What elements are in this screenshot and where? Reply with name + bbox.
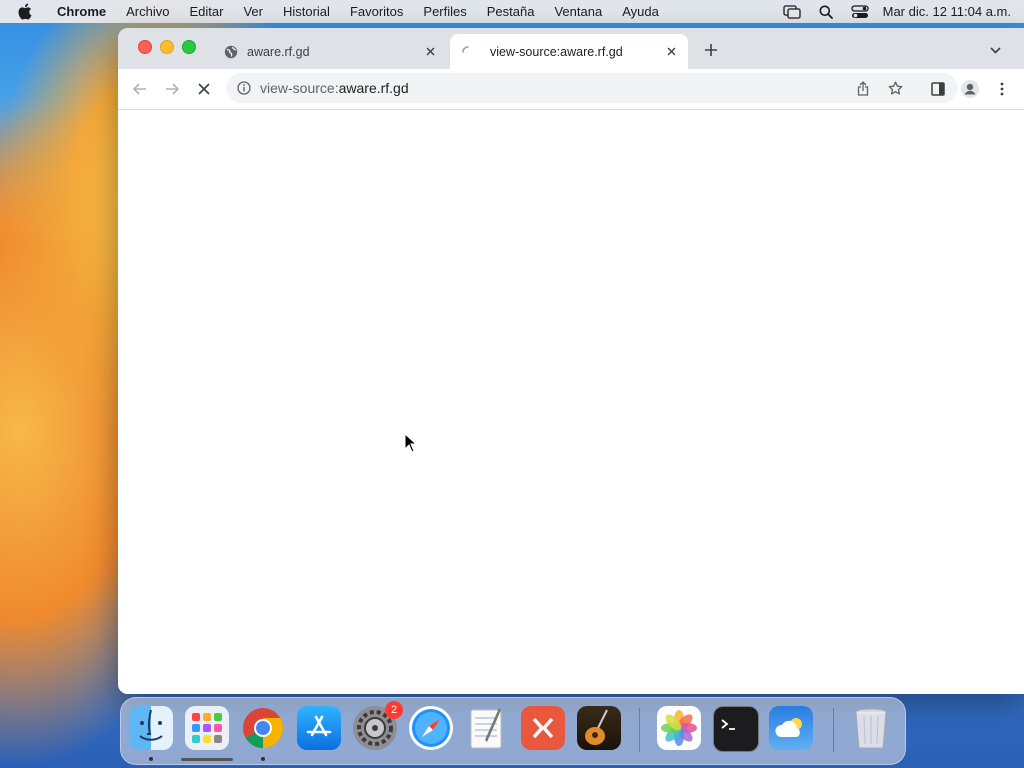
menu-ayuda[interactable]: Ayuda [612,0,669,23]
tab-aware[interactable]: aware.rf.gd [213,34,447,69]
dock-scroll-indicator [181,758,233,761]
remote-desktop-icon[interactable] [521,706,565,750]
spotlight-search-icon[interactable] [817,3,835,21]
browser-window: aware.rf.gd view-source:aware.rf.gd view… [118,28,1024,694]
minimize-window-button[interactable] [160,40,174,54]
menu-editar[interactable]: Editar [179,0,233,23]
running-indicator [149,757,153,761]
running-indicator [261,757,265,761]
screen-mirroring-icon[interactable] [782,3,801,21]
terminal-icon[interactable] [713,706,759,752]
new-tab-icon[interactable] [701,40,721,60]
menu-ver[interactable]: Ver [233,0,273,23]
close-window-button[interactable] [138,40,152,54]
tab-view-source[interactable]: view-source:aware.rf.gd [450,34,688,69]
finder-icon[interactable] [129,706,173,750]
dock: 2 [120,697,906,765]
menu-historial[interactable]: Historial [273,0,340,23]
menu-ventana[interactable]: Ventana [544,0,612,23]
globe-icon [223,44,239,60]
weather-icon[interactable] [769,706,813,750]
menubar-clock[interactable]: Mar dic. 12 11:04 a.m. [883,4,1011,19]
tab-title: view-source:aware.rf.gd [490,44,623,59]
close-tab-icon[interactable] [421,43,439,61]
zoom-window-button[interactable] [182,40,196,54]
share-icon[interactable] [854,79,872,97]
chevron-down-icon[interactable] [986,41,1004,59]
apple-icon[interactable] [17,3,35,21]
forward-arrow-icon[interactable] [162,79,182,99]
dock-separator [833,708,834,752]
site-info-icon[interactable] [236,80,252,96]
bookmark-star-icon[interactable] [886,79,904,97]
url-host: aware.rf.gd [338,80,409,96]
profile-avatar-icon[interactable] [960,79,980,99]
mouse-cursor-icon [404,432,418,453]
tab-strip: aware.rf.gd view-source:aware.rf.gd [118,28,1024,69]
menu-favoritos[interactable]: Favoritos [340,0,413,23]
back-arrow-icon[interactable] [130,79,150,99]
address-bar[interactable]: view-source:aware.rf.gd [226,73,958,103]
page-content[interactable] [118,110,1024,694]
menu-pestana[interactable]: Pestaña [477,0,545,23]
loading-spinner-icon [460,44,476,60]
trash-icon[interactable] [849,706,893,750]
menu-perfiles[interactable]: Perfiles [413,0,476,23]
chrome-icon[interactable] [241,706,285,750]
window-controls [138,40,204,54]
menu-bar: Chrome Archivo Editar Ver Historial Favo… [0,0,1024,23]
url-scheme: view-source: [260,80,339,96]
stop-loading-icon[interactable] [194,79,214,99]
safari-icon[interactable] [409,706,453,750]
notification-badge: 2 [385,701,403,719]
photos-icon[interactable] [657,706,701,750]
browser-toolbar: view-source:aware.rf.gd [118,69,1024,110]
garageband-icon[interactable] [577,706,621,750]
textedit-icon[interactable] [465,706,509,750]
app-store-icon[interactable] [297,706,341,750]
tab-title: aware.rf.gd [247,44,310,59]
launchpad-icon[interactable] [185,706,229,750]
menu-app-name[interactable]: Chrome [45,0,116,23]
menu-archivo[interactable]: Archivo [116,0,179,23]
close-tab-icon[interactable] [662,43,680,61]
side-panel-icon[interactable] [928,79,948,99]
control-center-icon[interactable] [850,3,869,21]
more-options-icon[interactable] [992,79,1012,99]
dock-separator [639,708,640,752]
